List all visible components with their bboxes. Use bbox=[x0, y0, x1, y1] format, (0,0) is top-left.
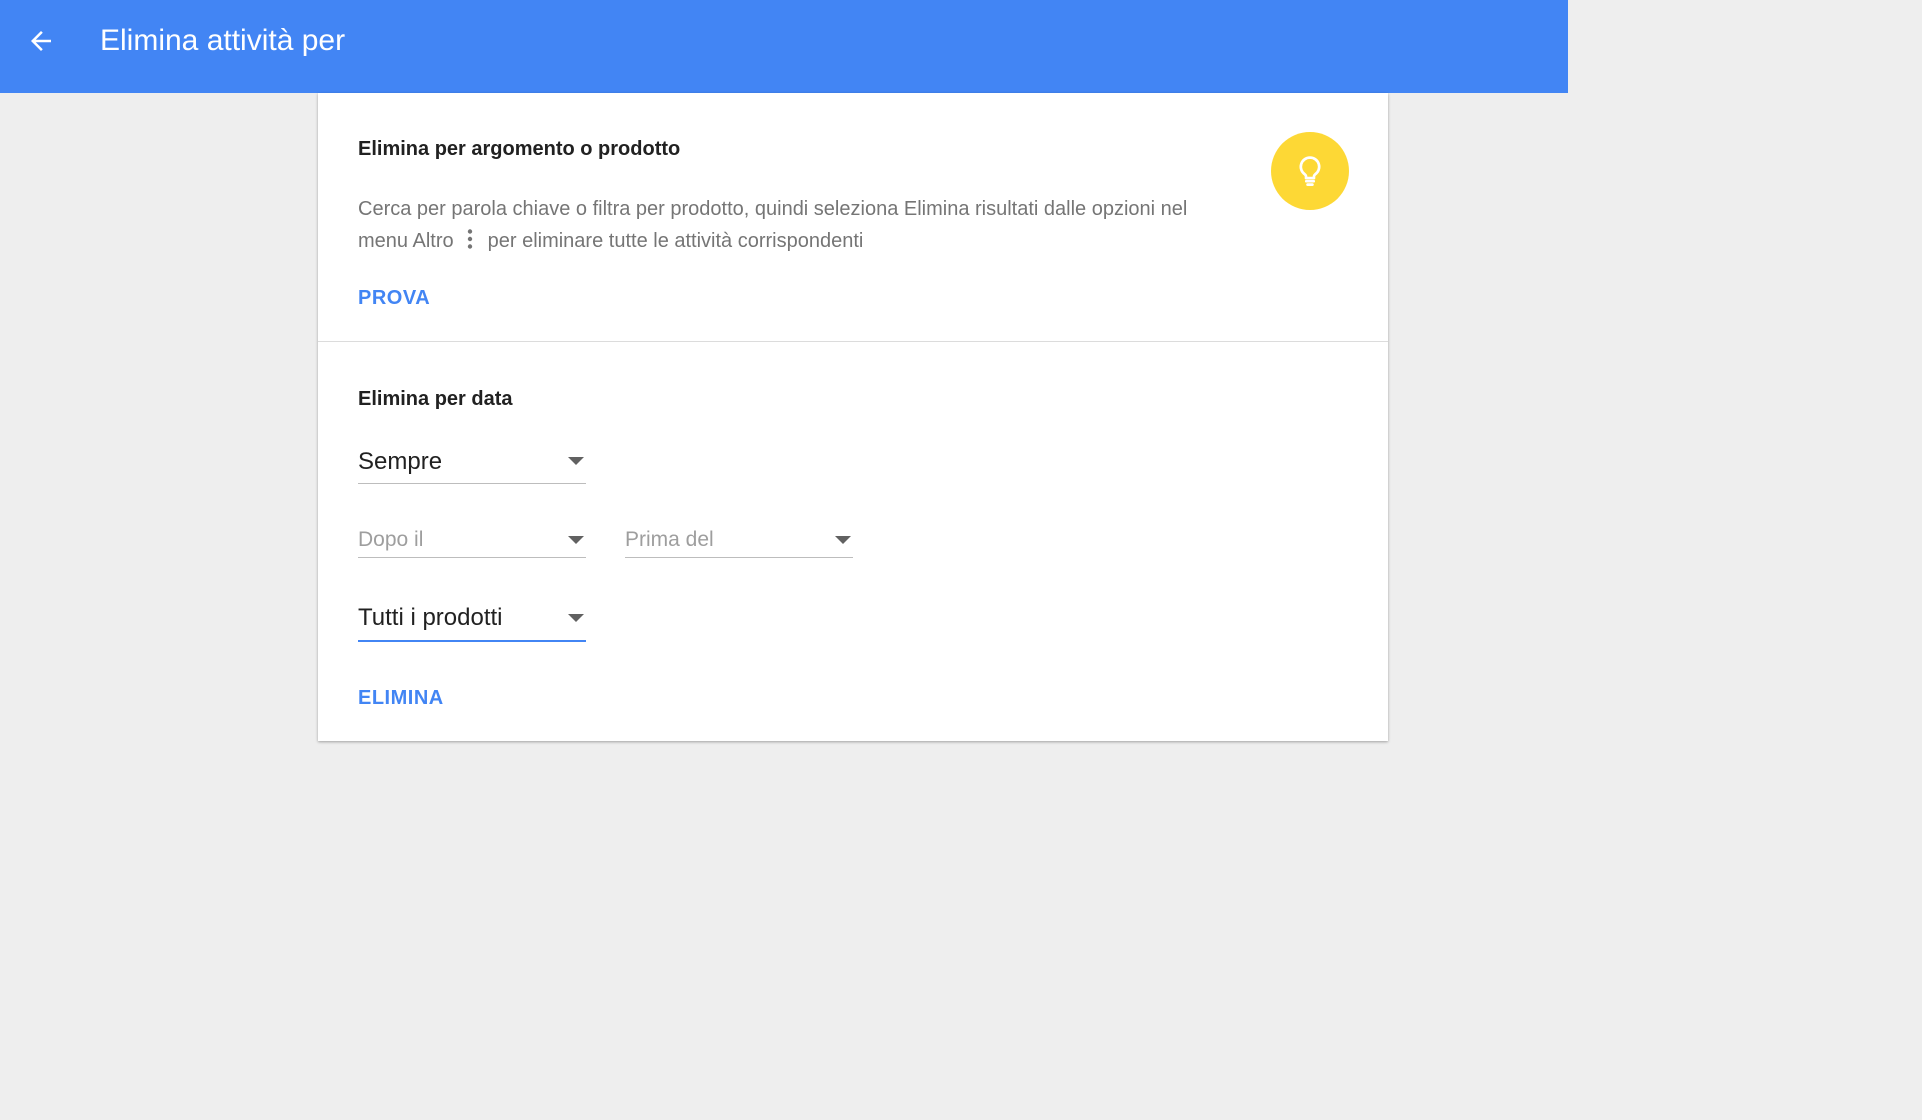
product-select-value: Tutti i prodotti bbox=[358, 604, 503, 631]
range-select-value: Sempre bbox=[358, 448, 443, 475]
dropdown-arrow-icon bbox=[568, 536, 584, 544]
lightbulb-icon bbox=[1299, 156, 1321, 186]
description-text-end: per eliminare tutte le attività corrispo… bbox=[487, 230, 864, 252]
topic-section-title: Elimina per argomento o prodotto bbox=[358, 138, 681, 160]
section-divider bbox=[318, 341, 1388, 342]
back-button[interactable] bbox=[22, 22, 60, 60]
product-select[interactable]: Tutti i prodotti bbox=[358, 599, 586, 642]
date-section-title: Elimina per data bbox=[358, 388, 513, 410]
delete-activity-card: Elimina per argomento o prodotto Cerca p… bbox=[318, 93, 1388, 741]
dropdown-arrow-icon bbox=[568, 614, 584, 622]
before-date-placeholder: Prima del bbox=[625, 528, 714, 551]
page-title: Elimina attività per bbox=[100, 24, 346, 57]
after-date-select[interactable]: Dopo il bbox=[358, 525, 586, 558]
delete-button[interactable]: ELIMINA bbox=[358, 687, 444, 710]
before-date-select[interactable]: Prima del bbox=[625, 525, 853, 558]
app-bar: Elimina attività per bbox=[0, 0, 1568, 93]
after-date-placeholder: Dopo il bbox=[358, 528, 424, 551]
arrow-left-icon bbox=[31, 31, 51, 51]
topic-section-description: Cerca per parola chiave o filtra per pro… bbox=[358, 193, 1218, 257]
try-button[interactable]: PROVA bbox=[358, 287, 430, 310]
more-vert-icon bbox=[466, 228, 474, 250]
range-select[interactable]: Sempre bbox=[358, 443, 586, 484]
dropdown-arrow-icon bbox=[835, 536, 851, 544]
dropdown-arrow-icon bbox=[568, 457, 584, 465]
lightbulb-badge bbox=[1271, 132, 1349, 210]
